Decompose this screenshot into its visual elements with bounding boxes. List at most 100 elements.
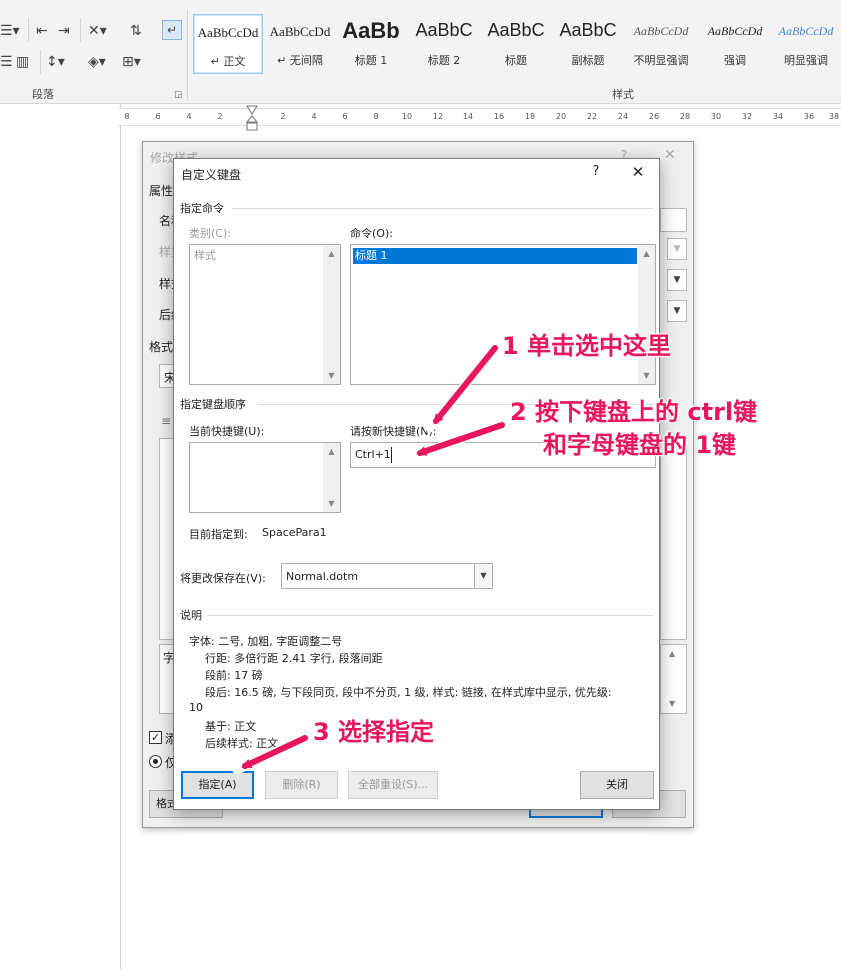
style-emphasis[interactable]: AaBbCcDd 强调	[699, 14, 771, 74]
formatting-label: 格式	[149, 340, 174, 354]
ruler-tick: 18	[524, 112, 536, 121]
ruler-tick: 10	[401, 112, 413, 121]
description-scroll[interactable]: ▲ ▼	[660, 644, 687, 714]
close-icon[interactable]: ✕	[626, 161, 650, 183]
style-subtle-emphasis[interactable]: AaBbCcDd 不明显强调	[625, 14, 697, 74]
ruler-tick: 16	[493, 112, 505, 121]
annotation-step-1: 1 单击选中这里	[502, 332, 672, 360]
based-on-dropdown-icon[interactable]: ▼	[667, 269, 687, 291]
horizontal-ruler[interactable]: 8 6 4 2 2 4 6 8 10 12 14 16 18 20 22 24 …	[118, 108, 841, 126]
key-sequence-section-label: 指定键盘顺序	[180, 398, 246, 411]
description-line: 段后: 16.5 磅, 与下段同页, 段中不分页, 1 级, 样式: 链接, 在…	[205, 686, 612, 699]
style-name: 标题 2	[427, 54, 461, 67]
style-normal[interactable]: AaBbCcDd ↵ 正文	[193, 14, 263, 74]
save-in-combo[interactable]: Normal.dotm ▼	[281, 563, 493, 589]
line-spacing-icon[interactable]: ↕▾	[46, 53, 65, 71]
next-style-dropdown-icon[interactable]: ▼	[667, 300, 687, 322]
command-listbox[interactable]: 标题 1 ▲ ▼	[350, 244, 656, 385]
description-line: 段前: 17 磅	[205, 669, 263, 682]
style-sample: AaBbCcDd	[633, 24, 689, 38]
sort-icon[interactable]: ⇅	[130, 22, 142, 40]
show-formatting-marks-icon[interactable]: ↵	[162, 20, 182, 40]
help-button[interactable]: ?	[585, 161, 607, 183]
ruler-tick: 22	[586, 112, 598, 121]
align-icon[interactable]: ≡	[161, 414, 171, 428]
borders-icon[interactable]: ⊞▾	[122, 53, 141, 71]
ruler-tick: 6	[155, 112, 161, 121]
modify-style-close-button[interactable]: ✕	[664, 147, 676, 163]
scroll-down-icon[interactable]: ▼	[323, 367, 340, 384]
only-this-document-radio[interactable]	[149, 755, 162, 768]
category-scrollbar[interactable]: ▲ ▼	[323, 245, 340, 384]
style-heading-2[interactable]: AaBbC 标题 2	[409, 14, 479, 74]
ribbon: ☰▾ ⇤ ⇥ ✕▾ ⇅ ↵ ☰ ▥ ↕▾ ◈▾ ⊞▾ 段落 ◲ AaBbCcDd…	[0, 0, 841, 104]
remove-button[interactable]: 删除(R)	[265, 771, 338, 799]
command-item-selected[interactable]: 标题 1	[353, 248, 637, 264]
style-title[interactable]: AaBbC 标题	[481, 14, 551, 74]
name-field[interactable]	[660, 208, 687, 232]
scroll-down-icon[interactable]: ▼	[323, 495, 340, 512]
style-name: 标题	[505, 54, 527, 67]
ruler-tick: 8	[373, 112, 379, 121]
scroll-up-icon[interactable]: ▲	[669, 649, 675, 658]
ribbon-group-separator	[187, 10, 188, 100]
ruler-tick: 24	[617, 112, 629, 121]
style-sample: AaBbCcDd	[197, 25, 259, 40]
style-sample: AaBbCcDd	[269, 24, 331, 39]
description-line: 后续样式: 正文	[205, 737, 279, 750]
shading-icon[interactable]: ◈▾	[88, 53, 106, 71]
ruler-tick: 4	[311, 112, 317, 121]
ruler-tick: 28	[679, 112, 691, 121]
category-listbox[interactable]: 样式 ▲ ▼	[189, 244, 341, 385]
ribbon-separator	[40, 50, 41, 74]
category-item[interactable]: 样式	[192, 248, 322, 264]
chevron-down-icon[interactable]: ▼	[474, 564, 492, 588]
decrease-indent-icon[interactable]: ⇤	[36, 22, 48, 40]
scroll-up-icon[interactable]: ▲	[323, 245, 340, 262]
annotation-step-2-line-1: 2 按下键盘上的 ctrl键	[510, 398, 758, 426]
increase-indent-icon[interactable]: ⇥	[58, 22, 70, 40]
scroll-up-icon[interactable]: ▲	[638, 245, 655, 262]
reset-all-button[interactable]: 全部重设(S)...	[348, 771, 438, 799]
current-keys-listbox[interactable]: ▲ ▼	[189, 442, 341, 513]
add-to-gallery-checkbox[interactable]: ✓	[149, 731, 162, 744]
paragraph-group-label: 段落	[32, 88, 54, 101]
description-line: 10	[189, 701, 203, 714]
column-align-icon[interactable]: ▥	[16, 53, 29, 71]
scroll-up-icon[interactable]: ▲	[323, 443, 340, 460]
style-intense-emphasis[interactable]: AaBbCcDd 明显强调	[771, 14, 841, 74]
radio-dot	[153, 759, 158, 764]
close-button[interactable]: 关闭	[580, 771, 654, 799]
description-section-label: 说明	[180, 609, 202, 622]
style-sample: AaBbCcDd	[707, 24, 763, 38]
paragraph-dialog-launcher-icon[interactable]: ◲	[174, 90, 183, 100]
assign-button[interactable]: 指定(A)	[181, 771, 254, 799]
style-subtitle[interactable]: AaBbC 副标题	[553, 14, 623, 74]
multilevel-list-icon[interactable]: ☰▾	[0, 22, 20, 40]
style-name: 强调	[724, 54, 746, 67]
indent-marker-icon[interactable]	[245, 104, 259, 132]
ruler-tick: 8	[124, 112, 130, 121]
ruler-tick: 30	[710, 112, 722, 121]
scroll-down-icon[interactable]: ▼	[638, 367, 655, 384]
style-heading-1[interactable]: AaBb 标题 1	[337, 14, 405, 74]
style-sample: AaBbC	[487, 20, 545, 40]
new-key-label: 请按新快捷键(N):	[350, 425, 437, 438]
ruler-tick: 12	[432, 112, 444, 121]
annotation-step-3: 3 选择指定	[313, 718, 435, 746]
dialog-titlebar[interactable]: 自定义键盘 ? ✕	[174, 159, 659, 187]
ruler-tick: 4	[186, 112, 192, 121]
scroll-down-icon[interactable]: ▼	[669, 699, 675, 708]
document-margin	[0, 104, 121, 969]
style-name: ↵ 正文	[210, 55, 246, 68]
style-type-dropdown-icon[interactable]: ▼	[667, 238, 687, 260]
chinese-layout-icon[interactable]: ✕▾	[88, 22, 107, 40]
command-label: 命令(O):	[350, 227, 393, 240]
ribbon-separator	[28, 18, 29, 42]
ribbon-separator	[80, 18, 81, 42]
current-keys-scrollbar[interactable]: ▲ ▼	[323, 443, 340, 512]
command-scrollbar[interactable]: ▲ ▼	[638, 245, 655, 384]
style-sample: AaBbCcDd	[778, 24, 834, 38]
distributed-align-icon[interactable]: ☰	[0, 53, 13, 71]
style-no-spacing[interactable]: AaBbCcDd ↵ 无间隔	[265, 14, 335, 74]
